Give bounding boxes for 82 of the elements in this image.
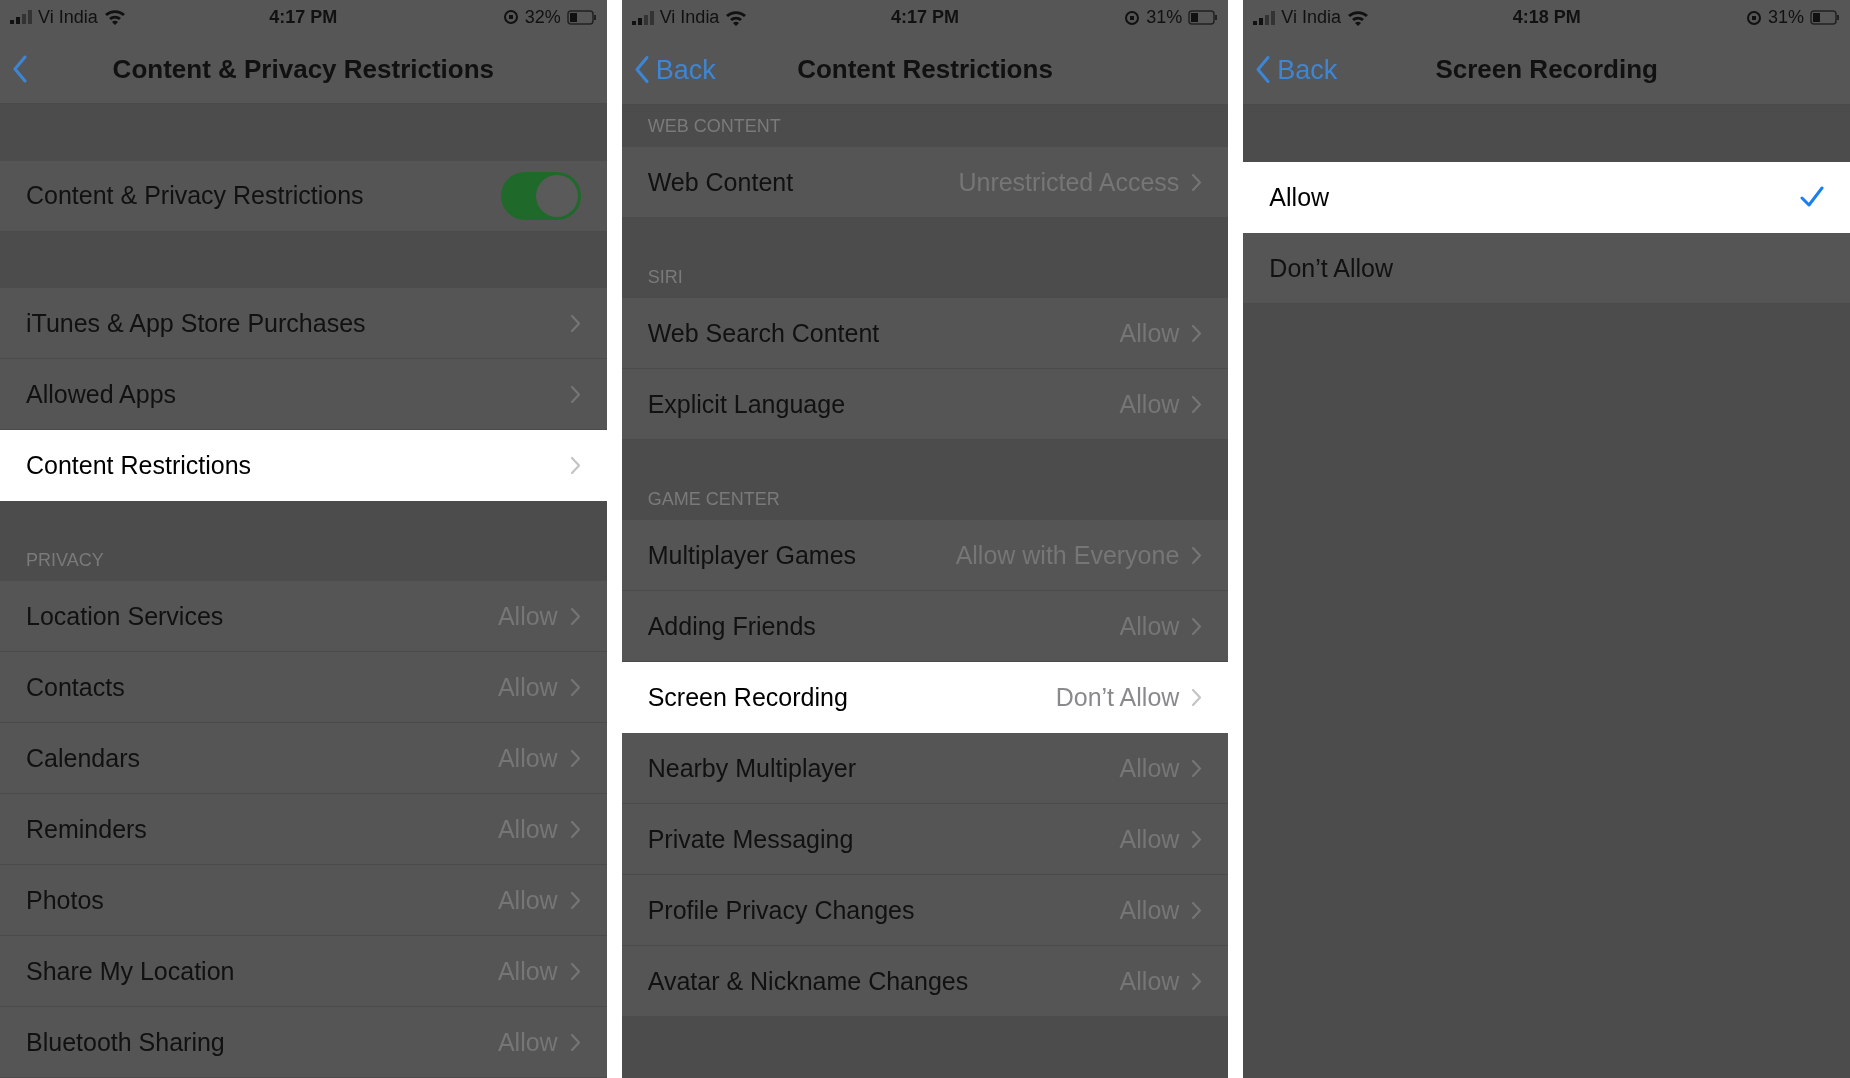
settings-row[interactable]: Allow bbox=[1243, 162, 1850, 233]
chevron-icon bbox=[1191, 900, 1203, 920]
chevron-icon bbox=[569, 314, 581, 333]
back-chevron-icon bbox=[1255, 55, 1272, 84]
row-label: Nearby Multiplayer bbox=[647, 753, 858, 783]
nav-title: Screen Recording bbox=[1435, 54, 1658, 85]
row-label: Don’t Allow bbox=[1269, 253, 1394, 283]
chevron-icon bbox=[569, 748, 581, 768]
battery-icon bbox=[566, 9, 597, 25]
chevron-icon bbox=[1191, 323, 1203, 343]
back-button[interactable]: Back bbox=[1255, 54, 1338, 85]
settings-row[interactable]: iTunes & App Store Purchases bbox=[0, 288, 607, 360]
chevron-icon bbox=[1191, 394, 1203, 414]
nav-title: Content Restrictions bbox=[797, 54, 1053, 85]
back-chevron-icon bbox=[633, 55, 650, 84]
settings-row[interactable]: Content Restrictions bbox=[0, 430, 607, 502]
chevron-icon bbox=[569, 456, 581, 475]
row-label: Content Restrictions bbox=[26, 451, 253, 480]
battery-percent: 31% bbox=[1768, 7, 1805, 28]
row-label: Allow bbox=[1269, 182, 1331, 212]
chevron-icon bbox=[1191, 971, 1203, 991]
row-label: Allowed Apps bbox=[26, 380, 178, 409]
row-label: Profile Privacy Changes bbox=[647, 895, 916, 925]
row-label: Private Messaging bbox=[647, 824, 855, 854]
carrier-name: Vi India bbox=[659, 7, 720, 28]
battery-icon bbox=[1188, 10, 1219, 25]
row-label: Web Content bbox=[647, 167, 795, 197]
settings-row[interactable]: Content & Privacy Restrictions bbox=[0, 160, 607, 232]
rotation-lock-icon bbox=[1746, 9, 1762, 26]
row-label: Adding Friends bbox=[647, 611, 817, 641]
toggle-switch[interactable] bbox=[500, 171, 581, 220]
chevron-icon bbox=[1191, 829, 1203, 849]
row-label: Explicit Language bbox=[647, 389, 847, 419]
row-label: Reminders bbox=[26, 814, 148, 844]
rotation-lock-icon bbox=[502, 9, 519, 26]
row-label: Bluetooth Sharing bbox=[26, 1027, 226, 1057]
row-label: iTunes & App Store Purchases bbox=[26, 309, 367, 338]
chevron-icon bbox=[569, 890, 581, 910]
nav-title: Content & Privacy Restrictions bbox=[112, 53, 495, 85]
chevron-icon bbox=[1191, 687, 1203, 707]
chevron-icon bbox=[1191, 545, 1203, 565]
row-label: Content & Privacy Restrictions bbox=[26, 181, 365, 211]
chevron-icon bbox=[569, 606, 581, 626]
wifi-icon bbox=[1347, 9, 1370, 26]
chevron-icon bbox=[1191, 616, 1203, 636]
row-label: Calendars bbox=[26, 743, 141, 773]
status-time: 4:17 PM bbox=[269, 6, 338, 28]
status-time: 4:18 PM bbox=[1512, 7, 1581, 28]
chevron-icon bbox=[569, 677, 581, 697]
row-label: Location Services bbox=[26, 601, 225, 631]
chevron-icon bbox=[569, 385, 581, 404]
battery-percent: 32% bbox=[524, 6, 561, 28]
battery-icon bbox=[1810, 10, 1841, 25]
rotation-lock-icon bbox=[1124, 9, 1141, 26]
back-chevron-icon bbox=[12, 55, 28, 83]
row-label: Multiplayer Games bbox=[647, 540, 858, 570]
status-time: 4:17 PM bbox=[891, 7, 960, 28]
battery-percent: 31% bbox=[1146, 7, 1183, 28]
signal-icon bbox=[1253, 10, 1276, 25]
chevron-icon bbox=[1191, 172, 1203, 192]
settings-row[interactable]: Screen Recording Don’t Allow bbox=[621, 662, 1229, 733]
row-label: Web Search Content bbox=[647, 318, 881, 348]
back-button[interactable] bbox=[12, 55, 28, 83]
signal-icon bbox=[10, 10, 32, 25]
row-label: Avatar & Nickname Changes bbox=[647, 966, 970, 996]
row-label: Contacts bbox=[26, 672, 126, 702]
carrier-name: Vi India bbox=[38, 6, 98, 28]
chevron-icon bbox=[569, 1032, 581, 1052]
row-value: Don’t Allow bbox=[1055, 682, 1180, 712]
wifi-icon bbox=[725, 9, 748, 26]
settings-row[interactable]: Allowed Apps bbox=[0, 359, 607, 431]
chevron-icon bbox=[569, 961, 581, 981]
wifi-icon bbox=[103, 9, 126, 26]
carrier-name: Vi India bbox=[1281, 7, 1342, 28]
row-label: Share My Location bbox=[26, 956, 236, 986]
chevron-icon bbox=[569, 819, 581, 839]
settings-row[interactable]: Don’t Allow bbox=[1243, 233, 1850, 304]
row-label: Screen Recording bbox=[647, 682, 849, 712]
row-label: Photos bbox=[26, 885, 105, 915]
chevron-icon bbox=[1191, 758, 1203, 778]
back-button[interactable]: Back bbox=[633, 54, 716, 85]
signal-icon bbox=[631, 10, 654, 25]
